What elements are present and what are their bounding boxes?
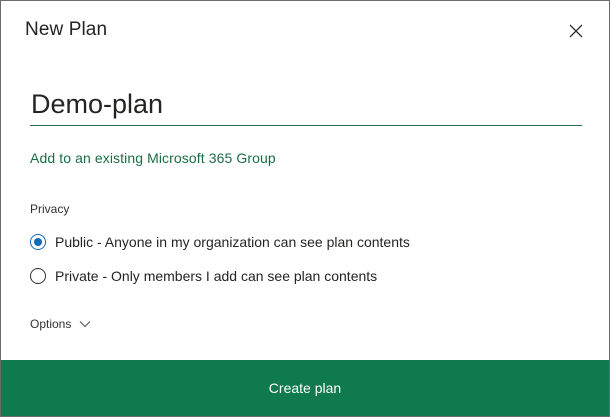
new-plan-dialog: New Plan Add to an existing Microsoft 36… [0, 0, 610, 417]
options-toggle[interactable]: Options [30, 317, 91, 331]
privacy-heading: Privacy [30, 202, 70, 216]
privacy-option-public[interactable]: Public - Anyone in my organization can s… [30, 231, 410, 253]
add-to-group-link[interactable]: Add to an existing Microsoft 365 Group [30, 150, 276, 166]
chevron-down-icon [79, 320, 91, 328]
create-plan-button[interactable]: Create plan [1, 360, 609, 416]
close-icon [567, 22, 585, 40]
private-radio[interactable] [30, 268, 46, 284]
privacy-option-private[interactable]: Private - Only members I add can see pla… [30, 265, 377, 287]
options-label: Options [30, 317, 72, 331]
private-radio-label: Private - Only members I add can see pla… [55, 268, 378, 284]
plan-name-input[interactable] [30, 87, 582, 126]
close-button[interactable] [567, 22, 585, 40]
dialog-title: New Plan [25, 19, 108, 40]
public-radio-label: Public - Anyone in my organization can s… [55, 234, 410, 250]
public-radio[interactable] [30, 234, 46, 250]
